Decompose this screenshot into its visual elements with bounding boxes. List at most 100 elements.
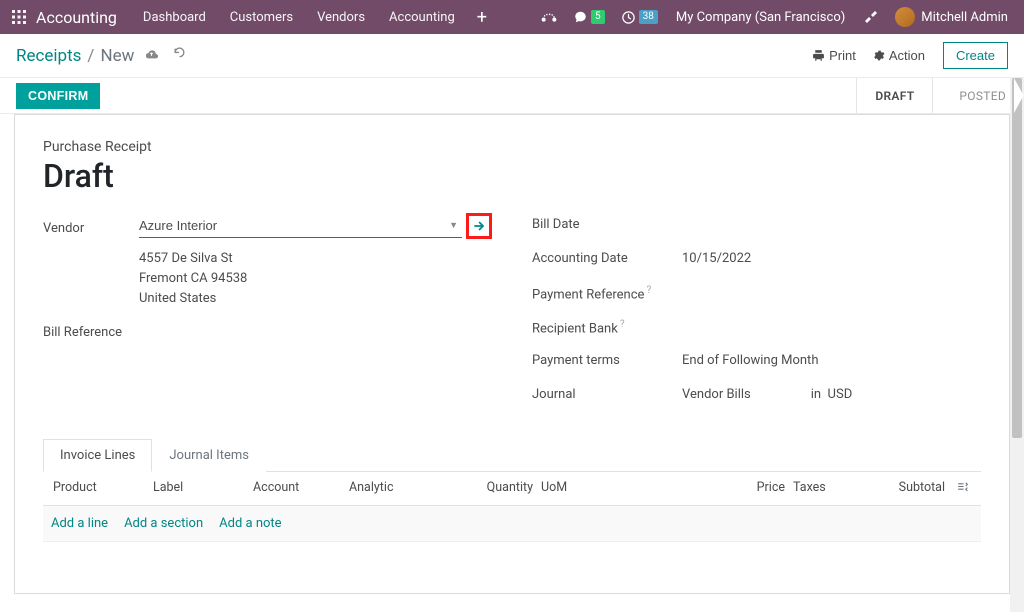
journal-currency: USD	[828, 387, 853, 402]
payterms-label: Payment terms	[532, 349, 682, 368]
breadcrumb-root[interactable]: Receipts	[16, 46, 81, 66]
status-row: CONFIRM DRAFT POSTED	[0, 78, 1024, 114]
invoice-lines-table: Product Label Account Analytic Quantity …	[43, 472, 981, 577]
activities-icon[interactable]: 38	[613, 10, 666, 25]
form-col-right: Bill Date Accounting Date 10/15/2022 Pay…	[532, 213, 981, 417]
control-bar: Receipts / New Print Action Create	[0, 34, 1024, 78]
save-cloud-icon[interactable]	[140, 48, 163, 64]
discard-icon[interactable]	[169, 47, 190, 64]
billref-label: Bill Reference	[43, 321, 139, 340]
acctdate-label: Accounting Date	[532, 247, 682, 266]
status-step-draft[interactable]: DRAFT	[857, 78, 932, 113]
help-icon[interactable]: ?	[620, 319, 625, 330]
billdate-value[interactable]	[682, 213, 981, 217]
tab-journal-items[interactable]: Journal Items	[152, 439, 266, 472]
acctdate-value[interactable]: 10/15/2022	[682, 247, 981, 266]
shortcut-icon[interactable]	[533, 10, 565, 24]
user-menu[interactable]: Mitchell Admin	[887, 7, 1016, 27]
billdate-label: Bill Date	[532, 213, 682, 232]
field-recipient-bank: Recipient Bank?	[532, 315, 981, 339]
field-vendor: Vendor ▼	[43, 213, 492, 239]
payterms-value[interactable]: End of Following Month	[682, 349, 981, 368]
field-payment-reference: Payment Reference?	[532, 281, 981, 305]
create-button[interactable]: Create	[943, 42, 1008, 69]
form-columns: Vendor ▼ 4557 De Silva St Fremont CA 945…	[43, 213, 981, 417]
field-payment-terms: Payment terms End of Following Month	[532, 349, 981, 373]
help-icon[interactable]: ?	[646, 285, 651, 296]
gear-icon	[872, 49, 885, 62]
field-accounting-date: Accounting Date 10/15/2022	[532, 247, 981, 271]
brand-label[interactable]: Accounting	[30, 8, 131, 27]
col-uom[interactable]: UoM	[537, 480, 597, 497]
recipbank-value[interactable]	[682, 315, 981, 319]
doc-title: Draft	[43, 157, 981, 195]
doc-type-label: Purchase Receipt	[43, 139, 981, 155]
vendor-address: 4557 De Silva St Fremont CA 94538 United…	[139, 249, 492, 309]
breadcrumb-sep: /	[87, 46, 94, 66]
journal-value[interactable]: Vendor Bills in USD	[682, 383, 981, 402]
tabs: Invoice Lines Journal Items	[43, 439, 981, 472]
col-account[interactable]: Account	[249, 480, 345, 497]
lines-empty-row	[43, 541, 981, 577]
payref-value[interactable]	[682, 281, 981, 285]
nav-dashboard[interactable]: Dashboard	[131, 10, 218, 25]
nav-accounting[interactable]: Accounting	[377, 10, 467, 25]
col-taxes[interactable]: Taxes	[789, 480, 849, 497]
activities-badge: 38	[639, 10, 658, 24]
breadcrumb-current: New	[100, 46, 134, 66]
arrow-right-icon	[472, 219, 486, 233]
print-button[interactable]: Print	[804, 44, 864, 67]
recipbank-label: Recipient Bank?	[532, 315, 682, 336]
company-switcher[interactable]: My Company (San Francisco)	[666, 10, 855, 25]
add-section-link[interactable]: Add a section	[124, 516, 203, 531]
nav-customers[interactable]: Customers	[218, 10, 305, 25]
field-bill-reference: Bill Reference	[43, 321, 492, 345]
col-analytic[interactable]: Analytic	[345, 480, 465, 497]
col-price[interactable]: Price	[597, 480, 789, 497]
action-button[interactable]: Action	[864, 44, 933, 67]
vendor-input-wrap: ▼	[139, 214, 462, 238]
col-quantity[interactable]: Quantity	[465, 480, 537, 497]
journal-in: in	[811, 387, 821, 402]
vendor-label: Vendor	[43, 217, 139, 236]
vendor-addr-line1: 4557 De Silva St	[139, 249, 492, 269]
add-note-link[interactable]: Add a note	[219, 516, 281, 531]
scrollbar[interactable]	[1010, 78, 1024, 612]
vendor-input[interactable]	[139, 214, 462, 238]
journal-label: Journal	[532, 383, 682, 402]
sheet-wrap: Purchase Receipt Draft Vendor ▼ 4557 De …	[0, 114, 1024, 612]
nav-vendors[interactable]: Vendors	[305, 10, 377, 25]
top-nav: Accounting Dashboard Customers Vendors A…	[0, 0, 1024, 34]
scrollbar-thumb[interactable]	[1012, 78, 1022, 438]
payref-label: Payment Reference?	[532, 281, 682, 302]
table-header: Product Label Account Analytic Quantity …	[43, 472, 981, 506]
vendor-addr-line2: Fremont CA 94538	[139, 269, 492, 289]
print-button-label: Print	[829, 48, 856, 63]
form-sheet: Purchase Receipt Draft Vendor ▼ 4557 De …	[14, 114, 1010, 594]
tools-icon[interactable]	[855, 9, 887, 25]
messages-badge: 5	[591, 10, 605, 24]
add-line-link[interactable]: Add a line	[51, 516, 108, 531]
confirm-button[interactable]: CONFIRM	[16, 83, 100, 109]
username-label: Mitchell Admin	[921, 10, 1008, 25]
columns-config-icon[interactable]	[949, 480, 975, 497]
vendor-addr-line3: United States	[139, 289, 492, 309]
col-product[interactable]: Product	[49, 480, 149, 497]
vendor-open-link-button[interactable]	[466, 213, 492, 239]
action-button-label: Action	[889, 48, 925, 63]
lines-actions-row: Add a line Add a section Add a note	[43, 506, 981, 541]
tab-invoice-lines[interactable]: Invoice Lines	[43, 439, 152, 472]
status-bar: DRAFT POSTED	[856, 78, 1024, 113]
col-subtotal[interactable]: Subtotal	[849, 480, 949, 497]
billref-value[interactable]	[139, 321, 492, 325]
field-bill-date: Bill Date	[532, 213, 981, 237]
field-journal: Journal Vendor Bills in USD	[532, 383, 981, 407]
form-col-left: Vendor ▼ 4557 De Silva St Fremont CA 945…	[43, 213, 492, 417]
messages-icon[interactable]: 5	[565, 10, 613, 24]
col-label[interactable]: Label	[149, 480, 249, 497]
apps-icon[interactable]	[8, 10, 30, 24]
add-menu-icon[interactable]: +	[467, 7, 497, 28]
breadcrumb: Receipts / New	[16, 46, 190, 66]
avatar-icon	[895, 7, 915, 27]
print-icon	[812, 49, 825, 62]
